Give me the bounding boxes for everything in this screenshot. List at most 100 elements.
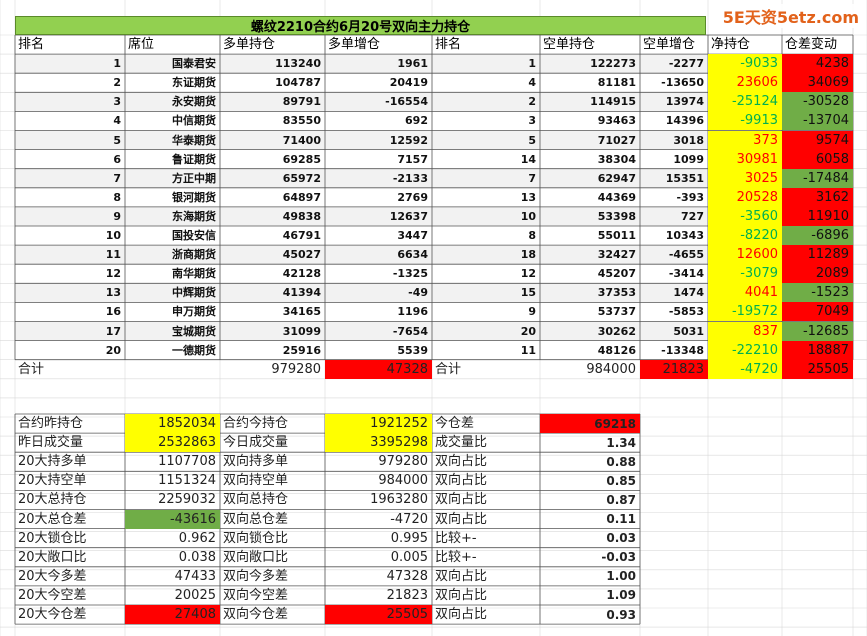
table-cell: 89791: [282, 95, 321, 109]
table-cell: 浙商期货: [172, 248, 216, 262]
table-title: 螺纹2210合约6月20号双向主力持仓: [15, 16, 706, 35]
total-label: 合计: [435, 361, 462, 377]
table-cell: 鲁证期货: [172, 152, 216, 166]
summary-value: 0.93: [606, 607, 636, 622]
table-cell: 55011: [597, 229, 636, 243]
summary-value: 979280: [378, 454, 428, 470]
column-header: 多单持仓: [223, 37, 276, 53]
column-header: 净持仓: [711, 37, 751, 53]
table-cell: 373: [708, 130, 782, 150]
summary-label: 20大总仓差: [18, 511, 87, 527]
total-short-change: 21823: [640, 359, 708, 379]
table-cell: 5: [113, 133, 121, 147]
table-cell: 6058: [782, 149, 853, 169]
summary-value: 0.87: [606, 492, 636, 507]
summary-label: 20大今多差: [18, 568, 87, 584]
total-long: 979280: [271, 361, 321, 377]
summary-label: 双向总仓差: [223, 511, 289, 527]
table-cell: 1: [528, 57, 536, 71]
table-cell: 32427: [597, 248, 636, 262]
summary-value: -0.03: [601, 550, 636, 565]
table-cell: 727: [681, 209, 704, 223]
table-cell: 44369: [597, 190, 636, 204]
table-cell: 方正中期: [172, 171, 216, 185]
summary-value: 3395298: [325, 433, 432, 453]
table-cell: -1523: [782, 283, 853, 303]
summary-label: 合约今持仓: [223, 416, 289, 432]
table-cell: 1196: [397, 305, 428, 319]
table-cell: -13348: [661, 343, 704, 357]
summary-label: 双向占比: [435, 587, 488, 603]
table-cell: 46791: [282, 229, 321, 243]
column-header: 空单增仓: [643, 37, 696, 53]
summary-value: 0.005: [390, 549, 428, 565]
table-cell: 1474: [673, 286, 704, 300]
table-cell: 4: [113, 114, 121, 128]
table-cell: 2: [113, 76, 121, 90]
summary-value: 1151324: [158, 473, 216, 489]
summary-value: 69218: [540, 414, 640, 434]
summary-label: 双向占比: [435, 473, 488, 489]
total-net: -4720: [708, 359, 782, 379]
summary-label: 双向今仓差: [223, 607, 289, 623]
table-cell: 7157: [397, 152, 428, 166]
table-cell: 13: [520, 190, 536, 204]
summary-label: 比较+-: [435, 549, 477, 565]
summary-value: 47433: [174, 568, 216, 584]
summary-label: 20大今仓差: [18, 607, 87, 623]
table-cell: 65972: [282, 171, 321, 185]
summary-label: 双向持空单: [223, 473, 289, 489]
table-cell: 62947: [597, 171, 636, 185]
table-cell: 1099: [673, 152, 704, 166]
table-cell: 64897: [282, 190, 321, 204]
table-cell: 8: [528, 229, 536, 243]
table-cell: 42128: [282, 267, 321, 281]
table-cell: -9913: [708, 111, 782, 131]
summary-label: 双向占比: [435, 511, 488, 527]
table-cell: -393: [676, 190, 704, 204]
table-cell: 11: [105, 248, 121, 262]
table-cell: -19572: [708, 302, 782, 322]
table-cell: 14396: [665, 114, 704, 128]
column-header: 空单持仓: [543, 37, 596, 53]
table-cell: 中信期货: [172, 114, 216, 128]
summary-label: 双向持多单: [223, 454, 289, 470]
table-cell: 5031: [673, 324, 704, 338]
table-cell: 38304: [597, 152, 636, 166]
summary-label: 20大持空单: [18, 473, 87, 489]
table-cell: 国泰君安: [172, 57, 216, 71]
table-cell: 53737: [597, 305, 636, 319]
table-cell: 37353: [597, 286, 636, 300]
summary-value: 21823: [386, 587, 428, 603]
table-cell: -25124: [708, 92, 782, 112]
table-cell: 15351: [665, 171, 704, 185]
summary-value: 984000: [378, 473, 428, 489]
table-cell: 3025: [708, 168, 782, 188]
summary-value: 0.038: [178, 549, 216, 565]
summary-label: 今日成交量: [223, 435, 289, 451]
table-cell: 71400: [282, 133, 321, 147]
table-cell: 10: [105, 229, 121, 243]
summary-value: 1963280: [370, 492, 428, 508]
table-cell: 30981: [708, 149, 782, 169]
total-diff: 25505: [782, 359, 853, 379]
table-cell: 南华期货: [172, 267, 216, 281]
table-cell: -7654: [392, 324, 428, 338]
table-cell: 23606: [708, 73, 782, 93]
table-cell: 122273: [590, 57, 636, 71]
summary-label: 双向今空差: [223, 587, 289, 603]
table-cell: 5539: [397, 343, 428, 357]
summary-value: 1.00: [606, 569, 636, 584]
summary-label: 20大锁仓比: [18, 530, 87, 546]
table-cell: 83550: [282, 114, 321, 128]
table-cell: 12637: [389, 209, 428, 223]
table-cell: 3447: [397, 229, 428, 243]
summary-value: 1107708: [158, 454, 216, 470]
summary-value: -43616: [125, 509, 220, 529]
table-cell: 7049: [782, 302, 853, 322]
table-cell: 4041: [708, 283, 782, 303]
table-cell: 5: [528, 133, 536, 147]
table-cell: 114915: [590, 95, 636, 109]
summary-value: 2259032: [158, 492, 216, 508]
table-cell: 20: [520, 324, 536, 338]
